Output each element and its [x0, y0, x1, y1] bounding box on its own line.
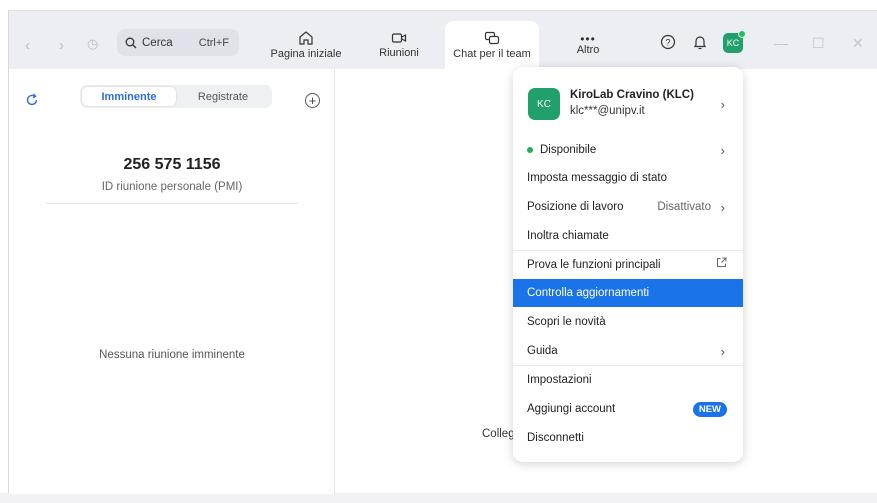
more-icon: •••: [580, 32, 596, 46]
tab-recorded[interactable]: Registrate: [176, 87, 270, 106]
help-icon[interactable]: ?: [660, 34, 676, 54]
menu-item-availability[interactable]: Disponibile ›: [513, 136, 743, 164]
menu-item-value: Disattivato: [657, 201, 711, 213]
new-badge: NEW: [692, 402, 727, 417]
menu-item-label: Disponibile: [540, 144, 597, 156]
tab-home[interactable]: Pagina iniziale: [264, 21, 348, 69]
maximize-icon[interactable]: ☐: [812, 35, 825, 52]
profile-email: klc***@unipv.it: [570, 105, 645, 117]
menu-item-help[interactable]: Guida ›: [513, 337, 743, 365]
tab-more[interactable]: ••• Altro: [565, 21, 611, 69]
menu-item-label: Guida: [527, 345, 558, 357]
status-dot: [527, 147, 533, 153]
back-icon[interactable]: ‹: [25, 37, 30, 54]
app-window: ‹ › ◷ Cerca Ctrl+F Pagina iniziale Riuni…: [8, 10, 877, 494]
menu-item-label: Scopri le novità: [527, 316, 606, 328]
video-camera-icon: [391, 33, 407, 43]
chevron-right-icon: ›: [720, 344, 725, 359]
search-icon: [125, 37, 137, 48]
chevron-right-icon: ›: [720, 97, 725, 112]
menu-item-label: Imposta messaggio di stato: [527, 172, 667, 184]
profile-menu: KC KiroLab Cravino (KLC) klc***@unipv.it…: [513, 67, 743, 462]
tab-meetings[interactable]: Riunioni: [369, 21, 429, 69]
menu-item-settings[interactable]: Impostazioni: [513, 366, 743, 394]
divider: [46, 203, 298, 204]
avatar[interactable]: KC: [723, 30, 746, 53]
top-bar: ‹ › ◷ Cerca Ctrl+F Pagina iniziale Riuni…: [9, 11, 877, 69]
menu-item-label: Controlla aggiornamenti: [527, 287, 650, 299]
chat-icon: [484, 31, 500, 44]
menu-item-forward-calls[interactable]: Inoltra chiamate: [513, 222, 743, 250]
pmi-label: ID riunione personale (PMI): [101, 181, 243, 193]
tab-team-chat[interactable]: Chat per il team: [445, 21, 539, 69]
search-input[interactable]: Cerca Ctrl+F: [117, 29, 239, 56]
tab-label: Chat per il team: [453, 47, 531, 60]
status-dot: [738, 30, 746, 38]
chevron-right-icon: ›: [720, 200, 725, 215]
profile-name: KiroLab Cravino (KLC): [570, 89, 694, 101]
menu-item-label: Disconnetti: [527, 432, 584, 444]
tab-label: Pagina iniziale: [270, 48, 342, 60]
pmi-number: 256 575 1156: [123, 156, 221, 173]
taskbar-strip: [0, 493, 877, 503]
empty-state-text: Nessuna riunione imminente: [99, 349, 245, 361]
menu-item-check-updates[interactable]: Controlla aggiornamenti: [513, 279, 743, 307]
close-icon[interactable]: ✕: [852, 35, 864, 52]
meeting-tabs: Imminente Registrate: [80, 85, 272, 108]
tab-label: Riunioni: [379, 47, 419, 59]
profile-header[interactable]: KC KiroLab Cravino (KLC) klc***@unipv.it…: [513, 67, 743, 137]
svg-text:?: ?: [665, 38, 670, 48]
bell-icon[interactable]: [692, 34, 708, 54]
menu-item-label: Posizione di lavoro: [527, 201, 624, 213]
menu-item-try-features[interactable]: Prova le funzioni principali: [513, 251, 743, 279]
menu-item-add-account[interactable]: Aggiungi account NEW: [513, 395, 743, 423]
menu-item-label: Aggiungi account: [527, 403, 616, 415]
tab-upcoming[interactable]: Imminente: [82, 87, 176, 106]
refresh-icon[interactable]: [25, 93, 39, 111]
chevron-right-icon: ›: [720, 143, 725, 158]
home-icon: [299, 31, 313, 45]
avatar-initials: KC: [726, 38, 740, 48]
partially-hidden-text: Colleg: [482, 428, 515, 440]
forward-icon[interactable]: ›: [59, 37, 64, 54]
menu-item-sign-out[interactable]: Disconnetti: [513, 424, 743, 452]
history-icon[interactable]: ◷: [87, 36, 98, 52]
menu-item-label: Prova le funzioni principali: [527, 259, 661, 271]
menu-item-whats-new[interactable]: Scopri le novità: [513, 308, 743, 336]
add-meeting-icon[interactable]: +: [305, 93, 320, 108]
minimize-icon[interactable]: —: [774, 35, 788, 51]
menu-item-status-message[interactable]: Imposta messaggio di stato: [513, 164, 743, 192]
search-label: Cerca: [142, 36, 173, 49]
menu-item-work-location[interactable]: Posizione di lavoro Disattivato ›: [513, 193, 743, 221]
meetings-panel: Imminente Registrate + 256 575 1156 ID r…: [9, 69, 335, 494]
menu-item-label: Impostazioni: [527, 374, 592, 386]
external-link-icon: [716, 257, 727, 271]
menu-item-label: Inoltra chiamate: [527, 230, 609, 242]
avatar: KC: [528, 88, 560, 120]
tab-label: Altro: [576, 44, 600, 56]
search-shortcut: Ctrl+F: [198, 36, 229, 49]
